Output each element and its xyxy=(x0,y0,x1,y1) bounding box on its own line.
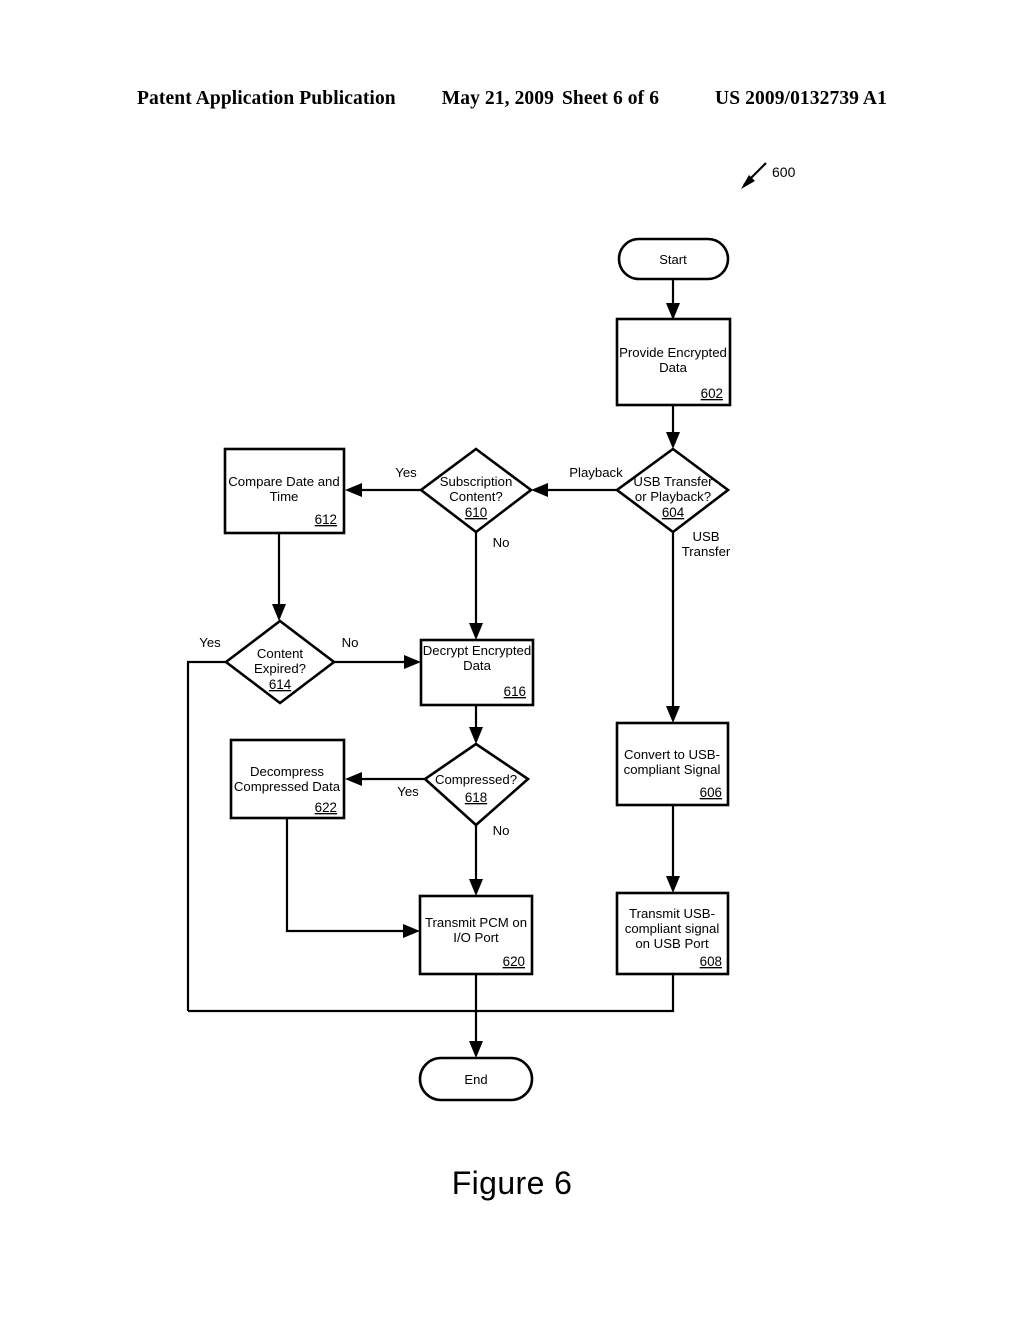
node-618-ref: 618 xyxy=(465,790,487,805)
node-compressed[interactable]: Compressed? 618 xyxy=(422,742,531,827)
node-606-line1: Convert to USB- xyxy=(624,747,720,762)
node-start[interactable]: Start xyxy=(617,237,730,281)
edge-label-no-614: No xyxy=(342,635,359,650)
node-616-ref: 616 xyxy=(504,684,526,699)
edge-label-usb-transfer-2: Transfer xyxy=(682,544,731,559)
node-606-ref: 606 xyxy=(700,785,722,800)
node-transmit-pcm[interactable]: Transmit PCM on I/O Port 620 xyxy=(418,894,534,976)
node-614-line1: Content xyxy=(257,646,304,661)
edge-label-yes-610: Yes xyxy=(395,465,417,480)
node-620-line1: Transmit PCM on xyxy=(425,915,527,930)
node-604-line1: USB Transfer xyxy=(633,474,713,489)
node-start-label: Start xyxy=(659,252,687,267)
node-622-ref: 622 xyxy=(315,800,337,815)
node-604-line2: or Playback? xyxy=(635,489,711,504)
node-decompress-compressed-data[interactable]: Decompress Compressed Data 622 xyxy=(229,738,346,820)
node-620-ref: 620 xyxy=(503,954,525,969)
node-606-line2: compliant Signal xyxy=(624,762,721,777)
node-compare-date-and-time[interactable]: Compare Date and Time 612 xyxy=(223,447,346,535)
edge-label-usb-transfer-1: USB xyxy=(692,529,719,544)
node-602-line1: Provide Encrypted xyxy=(619,345,727,360)
node-end-label: End xyxy=(464,1072,487,1087)
node-602-line2: Data xyxy=(659,360,688,375)
node-612-ref: 612 xyxy=(315,512,337,527)
edge-label-no-618: No xyxy=(493,823,510,838)
node-608-line2: compliant signal xyxy=(625,921,720,936)
node-622-line1: Decompress xyxy=(250,764,324,779)
node-content-expired[interactable]: Content Expired? 614 xyxy=(223,619,337,705)
node-610-line2: Content? xyxy=(449,489,503,504)
node-610-line1: Subscription xyxy=(440,474,513,489)
figure-caption: Figure 6 xyxy=(451,1165,573,1201)
diagram-reference-label: 600 xyxy=(772,164,796,180)
node-transmit-usb-compliant-signal[interactable]: Transmit USB- compliant signal on USB Po… xyxy=(615,891,730,976)
node-608-ref: 608 xyxy=(700,954,722,969)
edge-label-yes-618: Yes xyxy=(397,784,419,799)
node-618-line1: Compressed? xyxy=(435,772,517,787)
node-usb-transfer-or-playback[interactable]: USB Transfer or Playback? 604 xyxy=(614,447,731,534)
edge-label-yes-614: Yes xyxy=(199,635,221,650)
node-614-ref: 614 xyxy=(269,677,292,692)
node-616-line2: Data xyxy=(463,658,492,673)
node-convert-to-usb-compliant-signal[interactable]: Convert to USB- compliant Signal 606 xyxy=(615,721,730,807)
patent-page: Patent Application Publication May 21, 2… xyxy=(0,0,1024,1320)
node-subscription-content[interactable]: Subscription Content? 610 xyxy=(418,447,534,534)
edge-label-playback: Playback xyxy=(569,465,623,480)
node-614-line2: Expired? xyxy=(254,661,306,676)
node-decrypt-encrypted-data[interactable]: Decrypt Encrypted Data 616 xyxy=(419,638,535,707)
node-end[interactable]: End xyxy=(418,1056,534,1102)
node-616-line1: Decrypt Encrypted xyxy=(423,643,531,658)
flowchart-600: 600 Start Provide Encrypted Data 602 USB… xyxy=(186,162,796,1102)
node-608-line1: Transmit USB- xyxy=(629,906,715,921)
node-604-ref: 604 xyxy=(662,505,685,520)
node-612-line2: Time xyxy=(270,489,299,504)
node-608-line3: on USB Port xyxy=(635,936,709,951)
node-610-ref: 610 xyxy=(465,505,487,520)
edge-label-no-610: No xyxy=(493,535,510,550)
node-provide-encrypted-data[interactable]: Provide Encrypted Data 602 xyxy=(615,317,732,407)
node-622-line2: Compressed Data xyxy=(234,779,341,794)
diagram-reference-600: 600 xyxy=(741,162,796,189)
node-612-line1: Compare Date and xyxy=(228,474,339,489)
node-602-ref: 602 xyxy=(701,386,723,401)
node-620-line2: I/O Port xyxy=(453,930,499,945)
